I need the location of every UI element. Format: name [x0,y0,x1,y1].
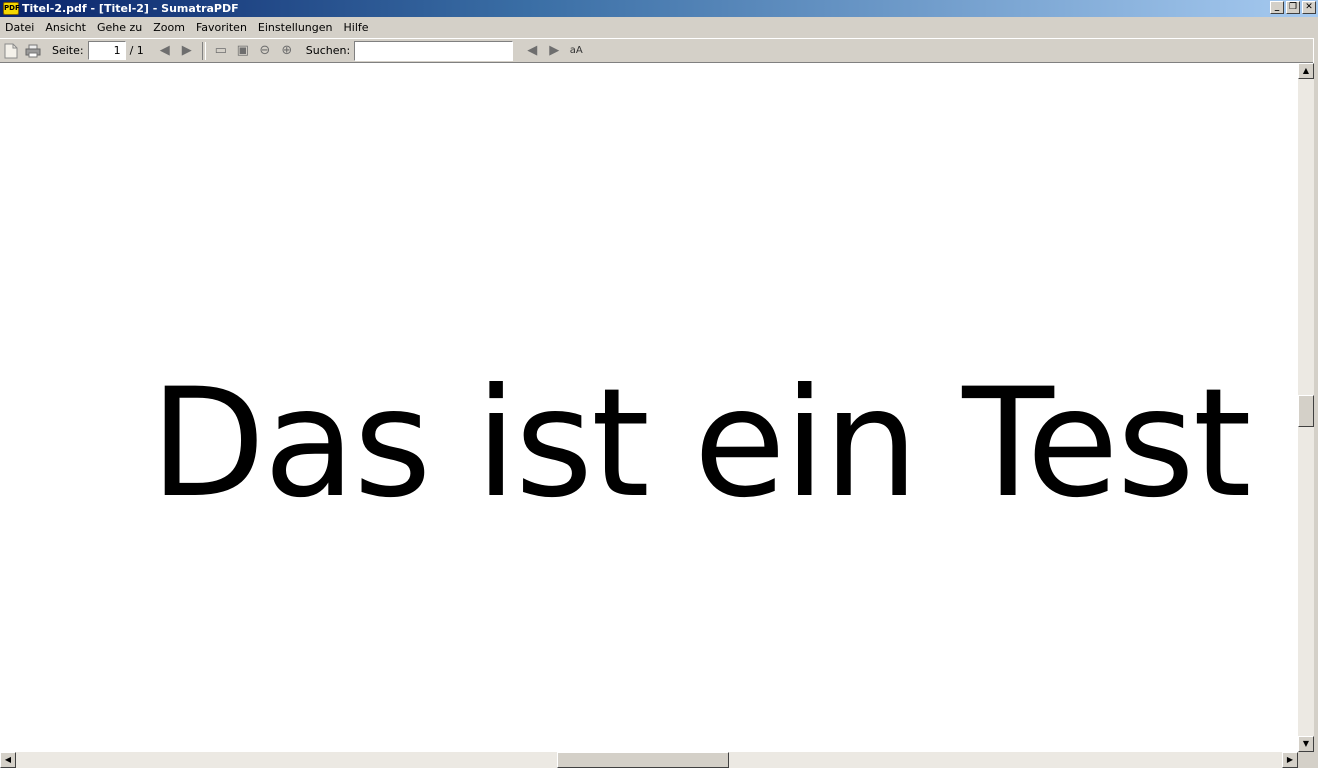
previous-page-icon[interactable]: ◀ [156,42,174,60]
match-case-icon[interactable]: aA [567,42,585,60]
find-previous-icon[interactable]: ◀ [523,42,541,60]
menu-bar: Datei Ansicht Gehe zu Zoom Favoriten Ein… [0,17,1318,38]
app-icon: PDF [3,2,20,15]
toolbar-separator [201,41,206,60]
window-controls: _ ❐ ✕ [1270,1,1316,14]
document-text: Das ist ein Test [150,357,1252,531]
menu-zoom[interactable]: Zoom [147,21,190,34]
close-button[interactable]: ✕ [1302,1,1316,14]
zoom-out-icon[interactable]: ⊖ [256,42,274,60]
toolbar: Seite: 1 / 1 ◀ ▶ ▭ ▣ ⊖ ⊕ Suchen: ◀ ▶ aA [0,38,1313,63]
scroll-right-button[interactable]: ▶ [1282,752,1298,768]
page-number-input[interactable]: 1 [87,41,126,60]
search-input[interactable] [354,40,514,61]
menu-hilfe[interactable]: Hilfe [338,21,374,34]
horizontal-scrollbar[interactable]: ◀ ▶ [0,752,1298,768]
next-page-icon[interactable]: ▶ [178,42,196,60]
page-label: Seite: [52,44,84,57]
scroll-left-button[interactable]: ◀ [0,752,16,768]
zoom-in-icon[interactable]: ⊕ [278,42,296,60]
menu-gehe-zu[interactable]: Gehe zu [91,21,147,34]
vertical-scroll-thumb[interactable] [1298,395,1314,427]
window-title: Titel-2.pdf - [Titel-2] - SumatraPDF [22,2,239,15]
document-canvas[interactable]: Das ist ein Test [0,63,1298,752]
menu-einstellungen[interactable]: Einstellungen [252,21,338,34]
page-total: / 1 [129,44,144,57]
print-icon[interactable] [24,42,42,60]
open-file-icon[interactable] [2,42,20,60]
menu-ansicht[interactable]: Ansicht [39,21,91,34]
scroll-down-button[interactable]: ▼ [1298,736,1314,752]
menu-favoriten[interactable]: Favoriten [190,21,252,34]
window-frame-edge [1314,38,1318,768]
horizontal-scroll-thumb[interactable] [557,752,729,768]
search-label: Suchen: [305,44,351,57]
maximize-button[interactable]: ❐ [1286,1,1300,14]
title-bar: PDF Titel-2.pdf - [Titel-2] - SumatraPDF… [0,0,1318,17]
minimize-button[interactable]: _ [1270,1,1284,14]
find-next-icon[interactable]: ▶ [545,42,563,60]
fit-page-icon[interactable]: ▭ [212,42,230,60]
fit-width-icon[interactable]: ▣ [234,42,252,60]
scroll-up-button[interactable]: ▲ [1298,63,1314,79]
vertical-scrollbar[interactable]: ▲ ▼ [1298,63,1314,752]
menu-datei[interactable]: Datei [0,21,39,34]
